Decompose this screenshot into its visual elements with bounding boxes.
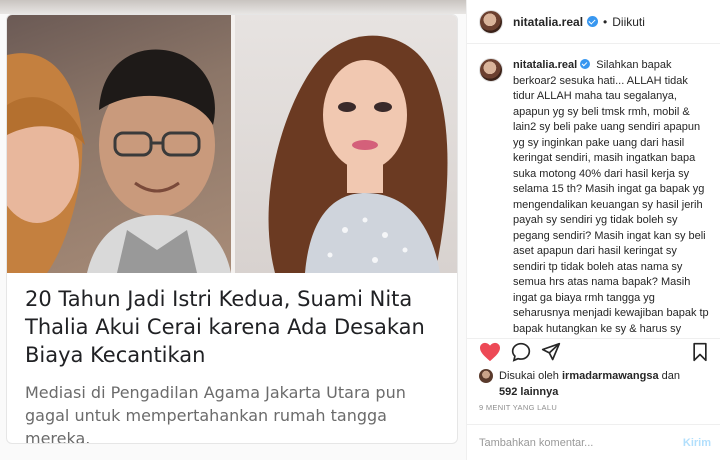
likes-and: dan (661, 370, 681, 382)
header-separator: • (603, 14, 608, 29)
avatar[interactable] (479, 9, 503, 34)
verified-badge-icon (587, 16, 599, 27)
header-username[interactable]: nitatalia.real (513, 15, 583, 29)
likes-summary: Disukai oleh irmadarmawangsa dan 592 lai… (479, 368, 711, 400)
news-card: 20 Tahun Jadi Istri Kedua, Suami Nita Th… (6, 14, 458, 444)
caption-text: Silahkan bapak berkoar2 sesuka hati... A… (513, 59, 709, 335)
post-sidebar: nitatalia.real • Diikuti nitatalia.real … (466, 0, 720, 460)
follow-status-button[interactable]: Diikuti (612, 15, 645, 29)
post-timestamp[interactable]: 9 MENIT YANG LALU (479, 403, 557, 412)
likes-text: Disukai oleh irmadarmawangsa dan 592 lai… (499, 368, 680, 400)
caption-username[interactable]: nitatalia.real (513, 59, 577, 71)
portrait-photo (235, 15, 457, 273)
comment-form: Kirim (479, 425, 711, 460)
post-media[interactable]: 20 Tahun Jadi Istri Kedua, Suami Nita Th… (0, 0, 466, 460)
liker-username[interactable]: irmadarmawangsa (562, 370, 659, 382)
likes-count-button[interactable]: 592 lainnya (499, 386, 558, 398)
caption-avatar[interactable] (479, 58, 503, 82)
verified-badge-icon (580, 59, 591, 69)
caption-body: nitatalia.real Silahkan bapak berkoar2 s… (513, 58, 709, 338)
liker-avatar[interactable] (479, 369, 493, 383)
comment-input[interactable] (479, 436, 659, 449)
action-bar (479, 340, 711, 366)
heart-icon[interactable] (479, 342, 501, 367)
bookmark-icon[interactable] (691, 342, 709, 367)
comment-icon[interactable] (511, 342, 531, 367)
post-comment-button[interactable]: Kirim (683, 437, 711, 449)
send-icon[interactable] (541, 342, 561, 367)
comments-area[interactable]: nitatalia.real Silahkan bapak berkoar2 s… (467, 58, 720, 338)
news-photo (7, 15, 457, 273)
caption: nitatalia.real Silahkan bapak berkoar2 s… (479, 58, 709, 338)
article-description: Mediasi di Pengadilan Agama Jakarta Utar… (25, 383, 406, 444)
likes-prefix: Disukai oleh (499, 370, 559, 382)
article-headline: 20 Tahun Jadi Istri Kedua, Suami Nita Th… (25, 287, 425, 367)
divider (467, 338, 720, 339)
post-header: nitatalia.real • Diikuti (467, 0, 720, 44)
couple-photo (7, 15, 231, 273)
media-top-strip (0, 0, 466, 14)
